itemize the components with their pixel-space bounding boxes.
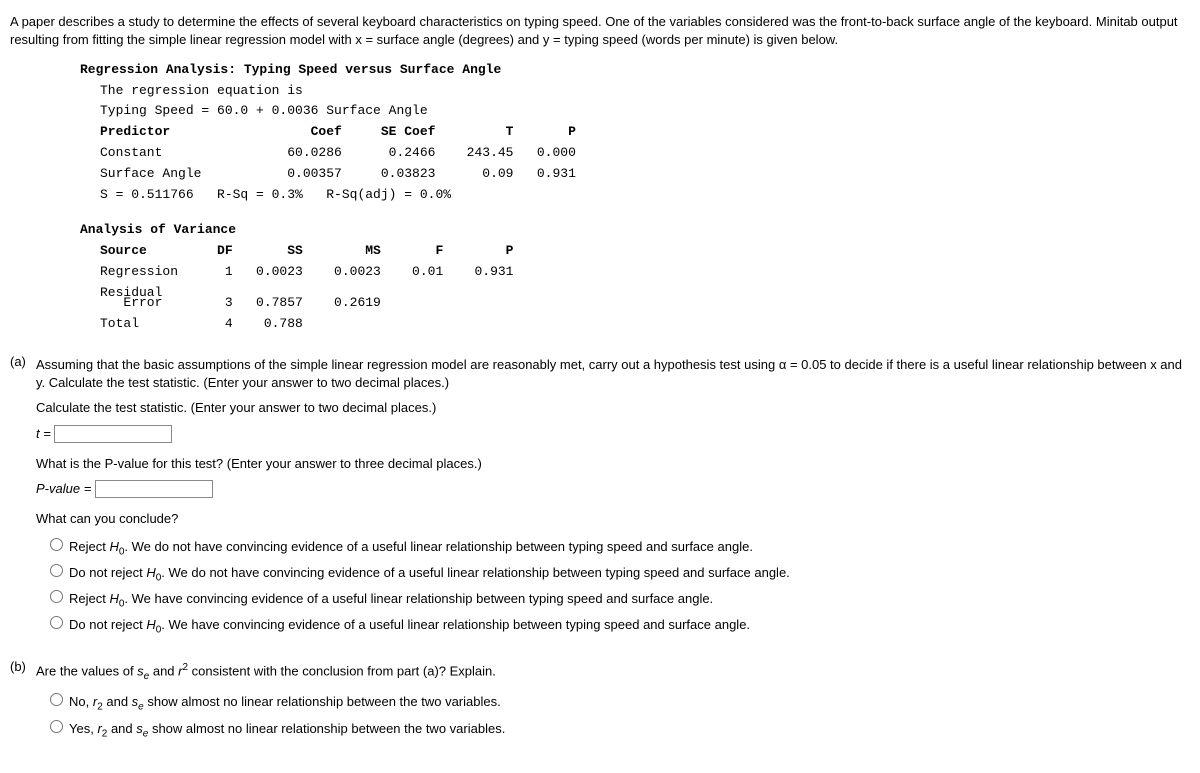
- part-b-q1: Are the values of se and r2 consistent w…: [36, 661, 1190, 683]
- part-b-radio-1[interactable]: [50, 693, 63, 706]
- part-b-label: (b): [10, 658, 36, 744]
- part-a-radio-2[interactable]: [50, 564, 63, 577]
- t-input-row: t =: [36, 425, 1190, 443]
- part-a-option-4: Do not reject H0. We have convincing evi…: [50, 614, 1190, 637]
- part-a-option-1: Reject H0. We do not have convincing evi…: [50, 536, 1190, 559]
- part-a-q3: What is the P-value for this test? (Ente…: [36, 455, 1190, 473]
- eq-line2: Typing Speed = 60.0 + 0.0036 Surface Ang…: [100, 101, 1190, 122]
- anova-regression-row: Regression 1 0.0023 0.0023 0.01 0.931: [100, 262, 1190, 283]
- pvalue-input-row: P-value =: [36, 480, 1190, 498]
- part-a-label: (a): [10, 353, 36, 640]
- part-a-option-3: Reject H0. We have convincing evidence o…: [50, 588, 1190, 611]
- predictor-row-surface-angle: Surface Angle 0.00357 0.03823 0.09 0.931: [100, 164, 1190, 185]
- part-b-radio-2[interactable]: [50, 720, 63, 733]
- s-rsq-line: S = 0.511766 R-Sq = 0.3% R-Sq(adj) = 0.0…: [100, 185, 1190, 206]
- part-a-option-3-text: Reject H0. We have convincing evidence o…: [69, 590, 713, 611]
- anova-residual-row: Error 3 0.7857 0.2619: [100, 293, 1190, 314]
- eq-line1: The regression equation is: [100, 81, 1190, 102]
- t-label: t =: [36, 426, 54, 441]
- part-b-option-2-text: Yes, r2 and se show almost no linear rel…: [69, 720, 505, 741]
- part-b-option-1: No, r2 and se show almost no linear rela…: [50, 691, 1190, 714]
- predictor-row-constant: Constant 60.0286 0.2466 243.45 0.000: [100, 143, 1190, 164]
- anova-header: Source DF SS MS F P: [100, 241, 1190, 262]
- anova-title: Analysis of Variance: [80, 221, 1190, 239]
- part-a-radio-1[interactable]: [50, 538, 63, 551]
- t-input[interactable]: [54, 425, 172, 443]
- part-b-option-2: Yes, r2 and se show almost no linear rel…: [50, 718, 1190, 741]
- part-a-q4: What can you conclude?: [36, 510, 1190, 528]
- predictor-header: Predictor Coef SE Coef T P: [100, 122, 1190, 143]
- part-a-radio-4[interactable]: [50, 616, 63, 629]
- part-a-option-2-text: Do not reject H0. We do not have convinc…: [69, 564, 790, 585]
- part-a-q2: Calculate the test statistic. (Enter you…: [36, 399, 1190, 417]
- pvalue-label: P-value =: [36, 481, 95, 496]
- part-a-option-4-text: Do not reject H0. We have convincing evi…: [69, 616, 750, 637]
- pvalue-input[interactable]: [95, 480, 213, 498]
- part-a-radio-3[interactable]: [50, 590, 63, 603]
- part-a-option-2: Do not reject H0. We do not have convinc…: [50, 562, 1190, 585]
- anova-total-row: Total 4 0.788: [100, 314, 1190, 335]
- intro-text: A paper describes a study to determine t…: [10, 13, 1190, 48]
- regression-title: Regression Analysis: Typing Speed versus…: [80, 61, 1190, 79]
- part-b-option-1-text: No, r2 and se show almost no linear rela…: [69, 693, 501, 714]
- part-a-q1: Assuming that the basic assumptions of t…: [36, 356, 1190, 391]
- part-a-option-1-text: Reject H0. We do not have convincing evi…: [69, 538, 753, 559]
